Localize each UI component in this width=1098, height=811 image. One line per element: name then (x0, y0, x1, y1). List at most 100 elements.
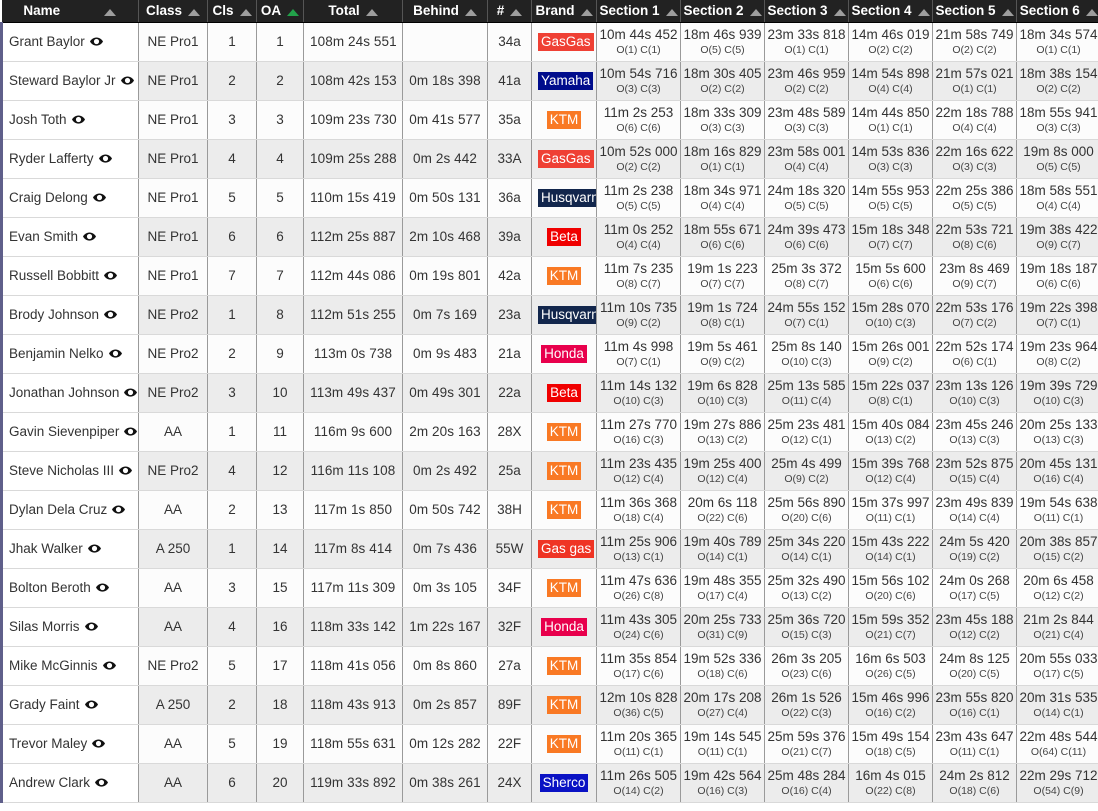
table-row[interactable]: Dylan Dela Cruz AA 2 13 117m 1s 850 0m 50s 74… (0, 490, 1098, 530)
cell-total-time-value: 108m 42s 153 (310, 73, 397, 88)
table-row[interactable]: Russell Bobbitt NE Pro1 7 7 112m 44s 086 0m 1… (0, 256, 1098, 296)
column-header-sec4[interactable]: Section 4 (848, 0, 933, 23)
cell-total-time: 113m 49s 437 (303, 373, 403, 413)
cell-overall-position: 6 (256, 217, 304, 257)
eye-icon[interactable] (104, 269, 118, 282)
table-row[interactable]: Trevor Maley AA 5 19 118m 55s 631 0m 12s 282 2… (0, 724, 1098, 764)
column-header-brand[interactable]: Brand (531, 0, 597, 23)
column-header-behind[interactable]: Behind (402, 0, 488, 23)
table-row[interactable]: Jonathan Johnson NE Pro2 3 10 113m 49s 437 0m… (0, 373, 1098, 413)
table-row[interactable]: Bolton Beroth AA 3 15 117m 11s 309 0m 3s 105 3… (0, 568, 1098, 608)
cell-class-position: 2 (207, 334, 257, 374)
cell-section-4: 15m 43s 222 O(14) C(1) (848, 529, 933, 569)
column-header-cls[interactable]: Cls (207, 0, 257, 23)
cell-section-1: 11m 7s 235 O(8) C(7) (596, 256, 681, 296)
cell-behind-time: 0m 3s 105 (402, 568, 488, 608)
cell-section-6: 22m 29s 712 O(54) C(9) (1016, 763, 1098, 803)
column-header-oa[interactable]: OA (256, 0, 304, 23)
cell-section-5: 23m 55s 820 O(16) C(1) (932, 685, 1017, 725)
sort-ascending-icon[interactable] (510, 8, 523, 16)
sort-ascending-icon[interactable] (188, 8, 201, 16)
column-header-sec2[interactable]: Section 2 (680, 0, 765, 23)
cell-overall-position: 10 (256, 373, 304, 413)
rider-name-label: Steve Nicholas III (9, 463, 115, 478)
cell-behind-time-value: 0m 18s 398 (409, 73, 481, 88)
column-header-sec1[interactable]: Section 1 (596, 0, 681, 23)
cell-rider-name: Ryder Lafferty (0, 139, 139, 179)
sort-ascending-icon[interactable] (104, 8, 117, 16)
column-header-sec6[interactable]: Section 6 (1016, 0, 1098, 23)
eye-icon[interactable] (89, 35, 103, 48)
sort-ascending-icon[interactable] (1085, 8, 1098, 16)
cell-class: NE Pro1 (138, 22, 208, 62)
section-overall-class-rank: O(1) C(1) (784, 44, 829, 57)
eye-icon[interactable] (124, 425, 138, 438)
eye-icon[interactable] (95, 581, 109, 594)
table-row[interactable]: Jhak Walker A 250 1 14 117m 8s 414 0m 7s 436 5… (0, 529, 1098, 569)
eye-icon[interactable] (92, 737, 106, 750)
eye-icon[interactable] (104, 308, 118, 321)
cell-section-4: 14m 44s 850 O(1) C(1) (848, 100, 933, 140)
eye-icon[interactable] (112, 503, 126, 516)
section-overall-class-rank: O(3) C(3) (1036, 122, 1081, 135)
column-header-name[interactable]: Name (1, 0, 139, 23)
column-header-num[interactable]: # (487, 0, 532, 23)
cell-class-position-value: 5 (228, 736, 236, 751)
brand-badge: KTM (546, 656, 582, 675)
table-row[interactable]: Benjamin Nelko NE Pro2 2 9 113m 0s 738 0m 9s … (0, 334, 1098, 374)
cell-overall-position-value: 2 (276, 73, 284, 88)
eye-icon[interactable] (87, 542, 101, 555)
cell-section-4: 15m 26s 001 O(9) C(2) (848, 334, 933, 374)
table-row[interactable]: Steve Nicholas III NE Pro2 4 12 116m 11s 108… (0, 451, 1098, 491)
cell-overall-position: 17 (256, 646, 304, 686)
table-row[interactable]: Mike McGinnis NE Pro2 5 17 118m 41s 056 0m 8s… (0, 646, 1098, 686)
table-row[interactable]: Evan Smith NE Pro1 6 6 112m 25s 887 2m 10s 46… (0, 217, 1098, 257)
sort-ascending-icon[interactable] (580, 8, 593, 16)
eye-icon[interactable] (119, 464, 133, 477)
column-header-sec3[interactable]: Section 3 (764, 0, 849, 23)
cell-section-3: 25m 23s 481 O(12) C(1) (764, 412, 849, 452)
table-row[interactable]: Andrew Clark AA 6 20 119m 33s 892 0m 38s 261 2… (0, 763, 1098, 803)
eye-icon[interactable] (84, 698, 98, 711)
sort-ascending-icon[interactable] (917, 8, 930, 16)
cell-section-4: 14m 54s 898 O(4) C(4) (848, 61, 933, 101)
sort-ascending-icon[interactable] (665, 8, 678, 16)
table-row[interactable]: Gavin Sievenpiper AA 1 11 116m 9s 600 2m 20s … (0, 412, 1098, 452)
sort-ascending-icon[interactable] (749, 8, 762, 16)
sort-ascending-icon[interactable] (464, 8, 477, 16)
eye-icon[interactable] (120, 74, 134, 87)
table-row[interactable]: Brody Johnson NE Pro2 1 8 112m 51s 255 0m 7s … (0, 295, 1098, 335)
eye-icon[interactable] (98, 152, 112, 165)
section-time: 22m 16s 622 (935, 143, 1014, 159)
table-row[interactable]: Silas Morris AA 4 16 118m 33s 142 1m 22s 167 3… (0, 607, 1098, 647)
sort-ascending-icon[interactable] (365, 8, 378, 16)
cell-behind-time-value: 0m 2s 442 (413, 151, 477, 166)
sort-ascending-icon[interactable] (287, 8, 300, 16)
table-row[interactable]: Josh Toth NE Pro1 3 3 109m 23s 730 0m 41s 577… (0, 100, 1098, 140)
eye-icon[interactable] (92, 191, 106, 204)
cell-rider-name: Grady Faint (0, 685, 139, 725)
eye-icon[interactable] (102, 659, 116, 672)
table-row[interactable]: Steward Baylor Jr NE Pro1 2 2 108m 42s 153 0m… (0, 61, 1098, 101)
table-row[interactable]: Grant Baylor NE Pro1 1 1 108m 24s 551 34a GasG… (0, 22, 1098, 62)
sort-ascending-icon[interactable] (239, 8, 252, 16)
column-header-total[interactable]: Total (303, 0, 403, 23)
sort-ascending-icon[interactable] (833, 8, 846, 16)
column-header-class[interactable]: Class (138, 0, 208, 23)
cell-overall-position-value: 12 (272, 463, 288, 478)
cell-section-1: 11m 2s 238 O(5) C(5) (596, 178, 681, 218)
eye-icon[interactable] (108, 347, 122, 360)
eye-icon[interactable] (95, 776, 109, 789)
cell-section-3: 24m 18s 320 O(5) C(5) (764, 178, 849, 218)
column-header-sec5[interactable]: Section 5 (932, 0, 1017, 23)
table-row[interactable]: Grady Faint A 250 2 18 118m 43s 913 0m 2s 857… (0, 685, 1098, 725)
cell-total-time: 113m 0s 738 (303, 334, 403, 374)
table-row[interactable]: Ryder Lafferty NE Pro1 4 4 109m 25s 288 0m 2s… (0, 139, 1098, 179)
eye-icon[interactable] (84, 620, 98, 633)
cell-total-time-value: 116m 9s 600 (313, 424, 393, 439)
eye-icon[interactable] (83, 230, 97, 243)
eye-icon[interactable] (124, 386, 138, 399)
eye-icon[interactable] (71, 113, 85, 126)
table-row[interactable]: Craig Delong NE Pro1 5 5 110m 15s 419 0m 50s … (0, 178, 1098, 218)
sort-ascending-icon[interactable] (1001, 8, 1014, 16)
